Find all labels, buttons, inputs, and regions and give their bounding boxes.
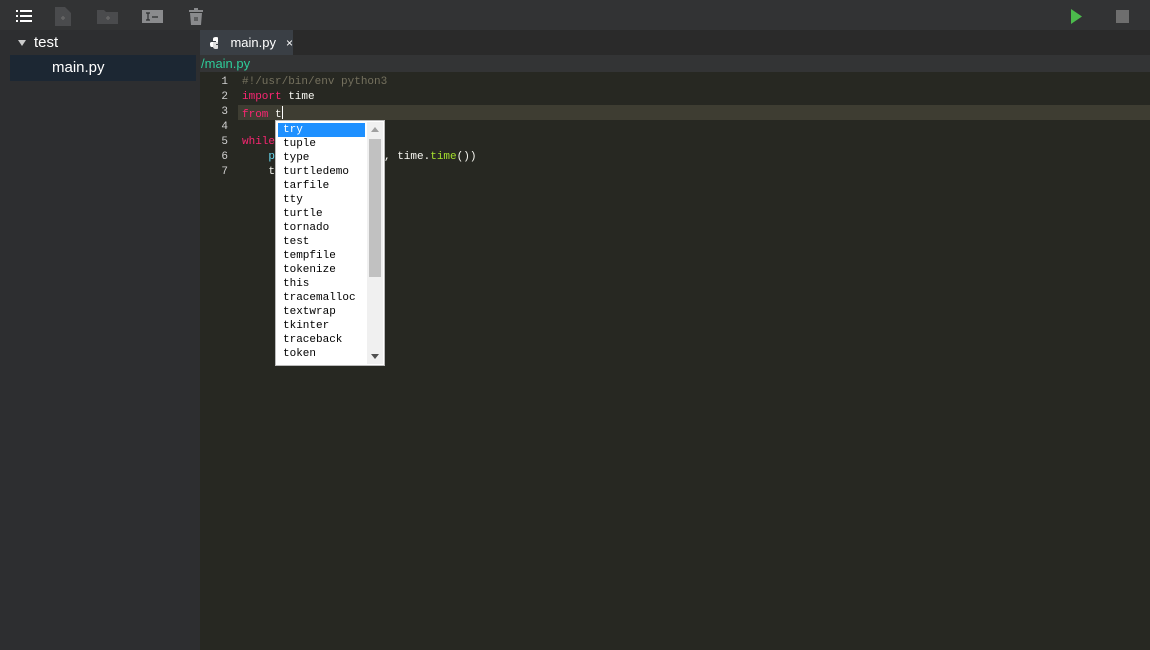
autocomplete-option[interactable]: tty (278, 193, 365, 207)
autocomplete-option[interactable]: tarfile (278, 179, 365, 193)
code-text: time (281, 91, 315, 103)
tab-close-icon[interactable]: × (286, 36, 293, 50)
autocomplete-option[interactable]: type (278, 151, 365, 165)
line-number: 3 (221, 106, 228, 118)
new-folder-icon[interactable] (96, 7, 118, 25)
autocomplete-option[interactable]: tempfile (278, 249, 365, 263)
code-line-6-end: , time.time()) (384, 151, 476, 163)
autocomplete-option[interactable]: test (278, 235, 365, 249)
caret-down-icon (18, 39, 26, 46)
tab-main-py[interactable]: main.py × (200, 30, 293, 55)
keyword: from (242, 109, 269, 121)
file-tree: test main.py (0, 30, 200, 650)
folder-test[interactable]: test (18, 34, 58, 51)
autocomplete-option[interactable]: this (278, 277, 365, 291)
autocomplete-option[interactable]: traceback (278, 333, 365, 347)
autocomplete-option[interactable]: tkinter (278, 319, 365, 333)
code-text: , time. (384, 151, 431, 163)
scroll-up-icon[interactable] (371, 127, 379, 132)
code-line-3: from t (242, 106, 283, 121)
trash-icon[interactable] (188, 7, 204, 25)
autocomplete-scrollbar[interactable] (367, 122, 383, 364)
rename-icon[interactable] (141, 7, 163, 25)
autocomplete-option[interactable]: textwrap (278, 305, 365, 319)
function-call: time (430, 151, 457, 163)
autocomplete-option[interactable]: tokenize (278, 263, 365, 277)
scroll-down-icon[interactable] (371, 354, 379, 359)
line-number: 6 (221, 151, 228, 163)
toolbar (0, 0, 1150, 30)
autocomplete-option[interactable]: turtle (278, 207, 365, 221)
file-main-py[interactable]: main.py (10, 55, 196, 81)
folder-label: test (34, 34, 59, 51)
list-icon[interactable] (14, 7, 34, 25)
autocomplete-popup: try tuple type turtledemo tarfile tty turtle to… (275, 120, 385, 366)
line-number: 7 (221, 166, 228, 178)
autocomplete-option[interactable]: tornado (278, 221, 365, 235)
tab-bar: main.py × (200, 30, 1150, 55)
run-icon[interactable] (1070, 7, 1082, 25)
line-number: 5 (221, 136, 228, 148)
autocomplete-option[interactable]: try (278, 123, 365, 137)
line-number: 4 (221, 121, 228, 133)
new-file-icon[interactable] (54, 6, 72, 26)
code-text: ()) (456, 151, 477, 163)
active-line-highlight (238, 105, 1150, 120)
autocomplete-option[interactable]: turtledemo (278, 165, 365, 179)
text-cursor (281, 106, 283, 119)
stop-icon[interactable] (1115, 7, 1129, 25)
code-line-2: import time (242, 91, 315, 103)
scrollbar-thumb[interactable] (369, 139, 381, 277)
autocomplete-option[interactable]: token (278, 347, 365, 361)
code-line-1: #!/usr/bin/env python3 (242, 76, 388, 88)
code-line-5: while (242, 136, 276, 148)
line-number: 1 (221, 76, 228, 88)
file-path: /main.py (200, 55, 1150, 72)
tab-label: main.py (230, 35, 276, 50)
line-number: 2 (221, 91, 228, 103)
python-icon (210, 36, 219, 49)
keyword: import (242, 91, 282, 103)
autocomplete-option[interactable]: tracemalloc (278, 291, 365, 305)
autocomplete-option[interactable]: tuple (278, 137, 365, 151)
